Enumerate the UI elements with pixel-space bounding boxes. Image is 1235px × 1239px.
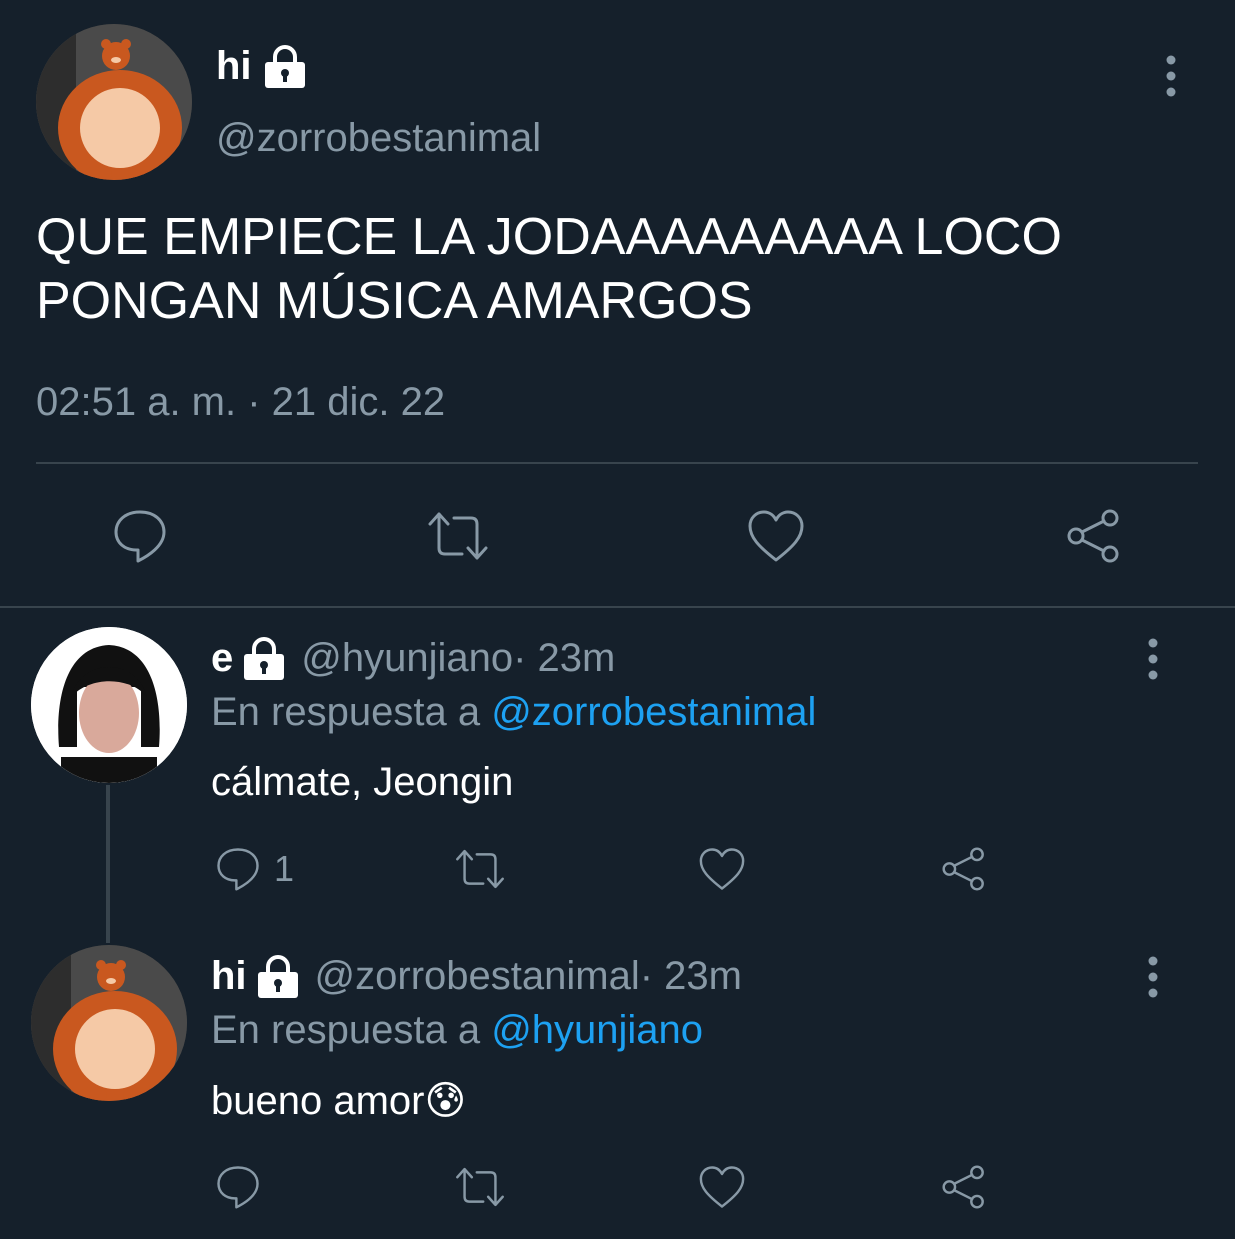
reply-time[interactable]: · 23m: [640, 954, 742, 999]
reply-author-handle[interactable]: @zorrobestanimal: [315, 954, 640, 999]
reply-icon[interactable]: [108, 504, 172, 568]
reply-author-name[interactable]: e: [211, 636, 233, 681]
teddy-bear-avatar-image: [31, 945, 187, 1101]
lock-icon: [244, 636, 285, 680]
lock-icon: [264, 44, 305, 88]
reply-icon[interactable]: [212, 843, 264, 895]
retweet-icon[interactable]: [426, 504, 490, 568]
author-handle[interactable]: @zorrobestanimal: [216, 116, 541, 161]
divider: [0, 606, 1235, 608]
reply-text: cálmate, Jeongin: [211, 760, 514, 804]
replying-to-link[interactable]: @zorrobestanimal: [491, 690, 816, 734]
replying-to-label: En respuesta a: [211, 690, 492, 734]
tweet-timestamp[interactable]: 02:51 a. m. · 21 dic. 22: [36, 380, 445, 425]
replying-to-link[interactable]: @hyunjiano: [491, 1008, 703, 1052]
reply-time[interactable]: · 23m: [513, 636, 615, 681]
author-name[interactable]: hi: [216, 44, 252, 89]
reply-avatar[interactable]: [31, 627, 187, 783]
more-vertical-icon[interactable]: [1140, 956, 1166, 998]
reply-text-content: bueno amor: [211, 1079, 425, 1123]
reply-author-name[interactable]: hi: [211, 954, 247, 999]
lock-icon: [257, 954, 298, 998]
divider: [36, 462, 1198, 464]
teddy-bear-avatar-image: [36, 24, 192, 180]
share-icon[interactable]: [938, 1161, 990, 1213]
reply-header: e @hyunjiano · 23m: [211, 636, 615, 681]
share-icon[interactable]: [1062, 504, 1126, 568]
reply-count: 1: [274, 848, 295, 889]
reply-avatar[interactable]: [31, 945, 187, 1101]
thread-connector: [106, 785, 110, 943]
reply-text: bueno amor😰: [211, 1078, 466, 1124]
like-icon[interactable]: [696, 843, 748, 895]
long-hair-man-avatar-image: [31, 627, 187, 783]
like-icon[interactable]: [744, 504, 808, 568]
reply-author-handle[interactable]: @hyunjiano: [301, 636, 513, 681]
anxious-face-emoji-icon: 😰: [424, 1079, 467, 1123]
more-vertical-icon[interactable]: [1158, 55, 1184, 97]
reply-header: hi @zorrobestanimal · 23m: [211, 954, 742, 999]
tweet-text: QUE EMPIECE LA JODAAAAAAAAA LOCO PONGAN …: [36, 205, 1196, 333]
replying-to: En respuesta a @zorrobestanimal: [211, 690, 816, 735]
replying-to-label: En respuesta a: [211, 1008, 492, 1052]
more-vertical-icon[interactable]: [1140, 638, 1166, 680]
share-icon[interactable]: [938, 843, 990, 895]
tweet-text-line: PONGAN MÚSICA AMARGOS: [36, 272, 753, 330]
reply-icon[interactable]: [212, 1161, 264, 1213]
author-avatar[interactable]: [36, 24, 192, 180]
retweet-icon[interactable]: [454, 843, 506, 895]
author-name-row[interactable]: hi: [216, 44, 308, 89]
replying-to: En respuesta a @hyunjiano: [211, 1008, 703, 1053]
like-icon[interactable]: [696, 1161, 748, 1213]
retweet-icon[interactable]: [454, 1161, 506, 1213]
tweet-text-line: QUE EMPIECE LA JODAAAAAAAAA LOCO: [36, 208, 1062, 266]
